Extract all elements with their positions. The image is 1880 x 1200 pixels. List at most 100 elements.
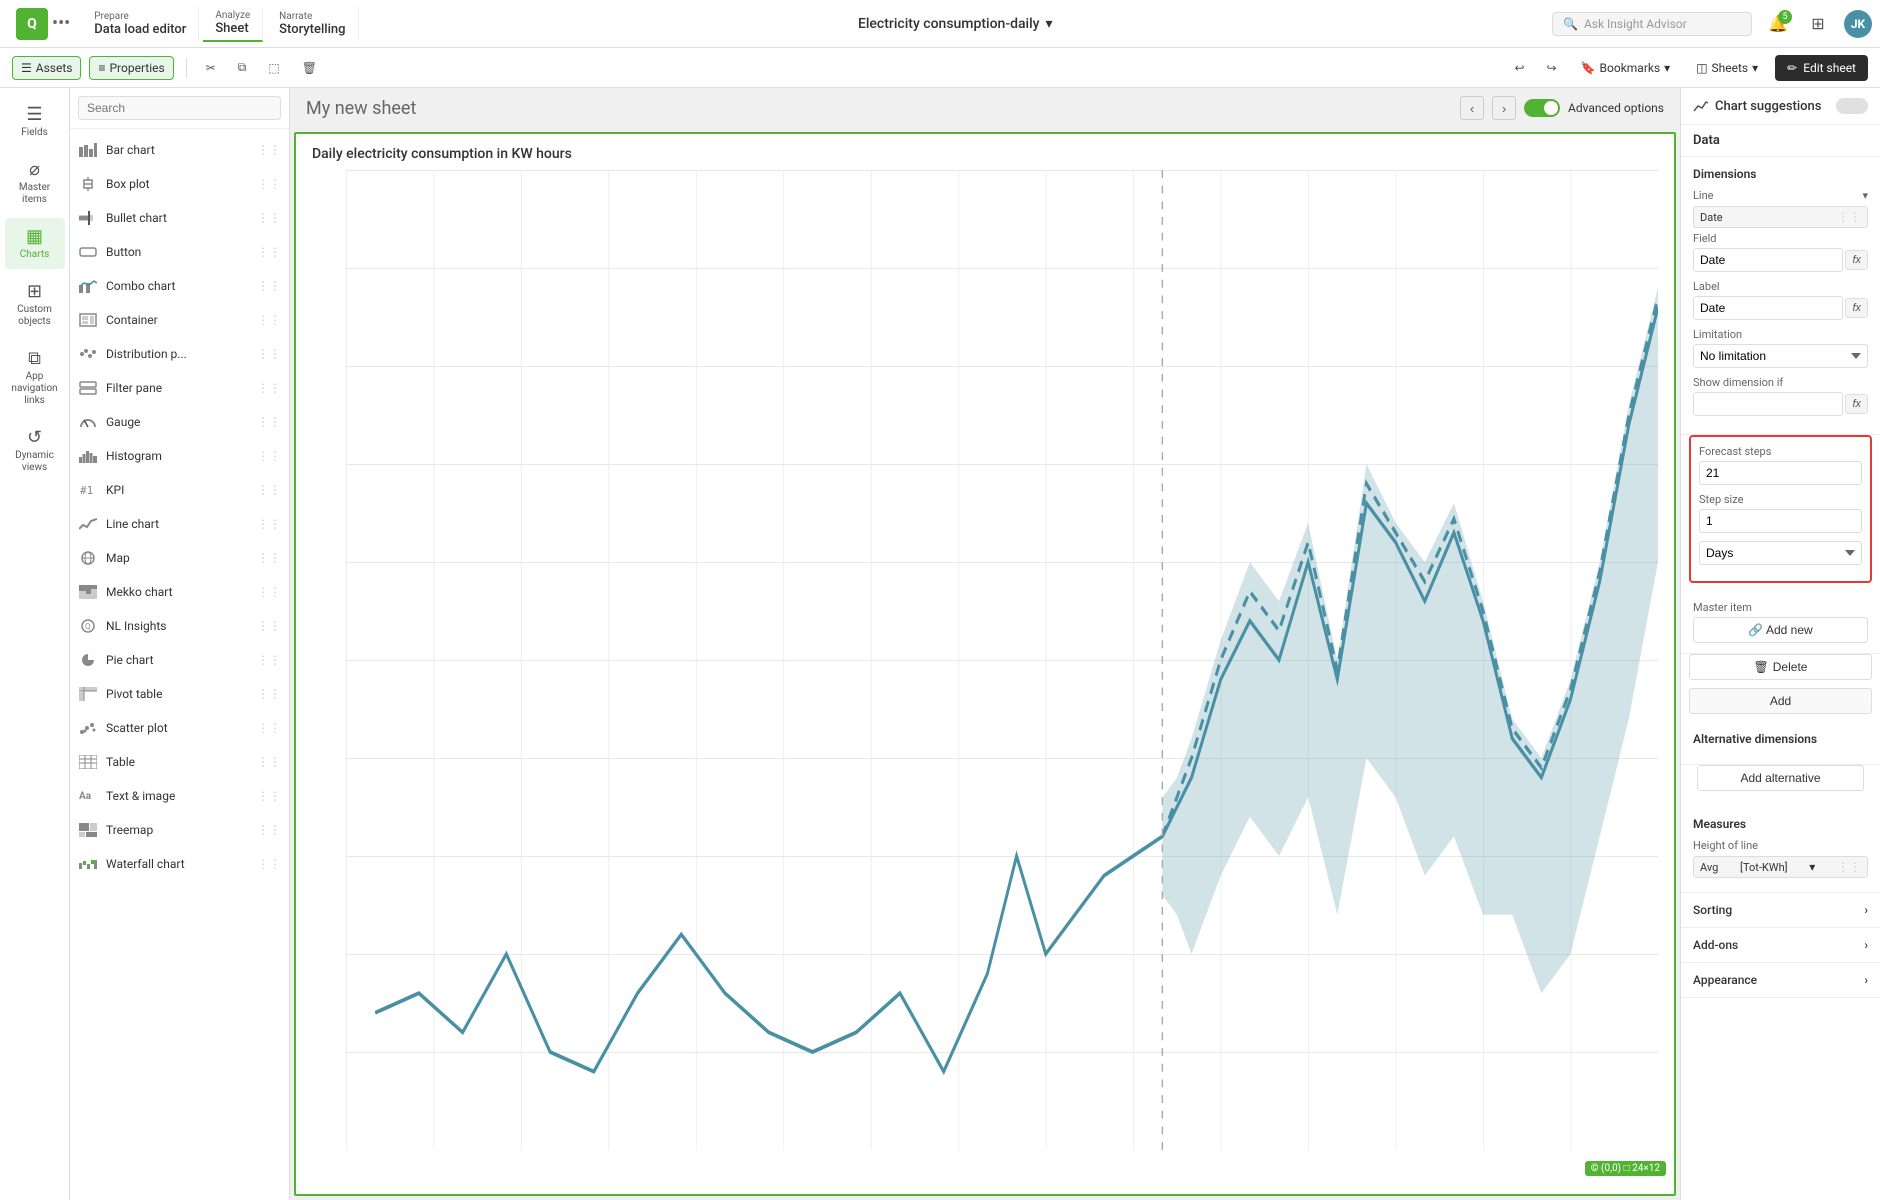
chart-item-mekko[interactable]: Mekko chart ⋮⋮ bbox=[70, 575, 289, 609]
assets-button[interactable]: ☰ Assets bbox=[12, 56, 81, 80]
field-fx-button[interactable]: fx bbox=[1845, 250, 1868, 270]
chart-item-filter[interactable]: Filter pane ⋮⋮ bbox=[70, 371, 289, 405]
field-input[interactable] bbox=[1693, 248, 1843, 272]
delete-button[interactable]: 🗑 bbox=[295, 56, 324, 80]
bookmarks-button[interactable]: 🔖 Bookmarks ▾ bbox=[1572, 56, 1680, 80]
chart-item-line[interactable]: Line chart ⋮⋮ bbox=[70, 507, 289, 541]
add-alternative-button[interactable]: Add alternative bbox=[1697, 765, 1864, 791]
sheets-button[interactable]: ◫ Sheets ▾ bbox=[1687, 56, 1767, 80]
paste-button[interactable]: ⬚ bbox=[261, 56, 286, 80]
delete-dimension-button[interactable]: 🗑 Delete bbox=[1689, 654, 1872, 680]
appearance-section[interactable]: Appearance › bbox=[1681, 963, 1880, 998]
limitation-select[interactable]: No limitation bbox=[1693, 344, 1868, 368]
sorting-section[interactable]: Sorting › bbox=[1681, 893, 1880, 928]
label-fx-button[interactable]: fx bbox=[1845, 298, 1868, 318]
chart-item-bar[interactable]: Bar chart ⋮⋮ bbox=[70, 133, 289, 167]
cut-button[interactable]: ✂ bbox=[199, 56, 223, 80]
drag-handle-gauge[interactable]: ⋮⋮ bbox=[257, 415, 281, 429]
nav-analyze[interactable]: Analyze Sheet bbox=[203, 6, 263, 42]
chart-search-input[interactable] bbox=[78, 96, 281, 120]
chart-item-gauge[interactable]: Gauge ⋮⋮ bbox=[70, 405, 289, 439]
chart-suggestions-toggle[interactable] bbox=[1836, 98, 1868, 114]
chart-item-kpi[interactable]: #1 KPI ⋮⋮ bbox=[70, 473, 289, 507]
chart-item-scatter[interactable]: Scatter plot ⋮⋮ bbox=[70, 711, 289, 745]
chart-item-button[interactable]: Button ⋮⋮ bbox=[70, 235, 289, 269]
drag-handle-bar[interactable]: ⋮⋮ bbox=[257, 143, 281, 157]
sidebar-item-dynamic-views[interactable]: ↺ Dynamic views bbox=[5, 419, 65, 482]
add-dimension-button[interactable]: Add bbox=[1689, 688, 1872, 714]
notifications-icon[interactable]: 🔔 5 bbox=[1764, 10, 1792, 38]
drag-handle-waterfall[interactable]: ⋮⋮ bbox=[257, 857, 281, 871]
add-new-button[interactable]: 🔗 Add new bbox=[1693, 617, 1868, 643]
chart-item-map[interactable]: Map ⋮⋮ bbox=[70, 541, 289, 575]
chart-item-distribution[interactable]: Distribution p... ⋮⋮ bbox=[70, 337, 289, 371]
drag-handle-map[interactable]: ⋮⋮ bbox=[257, 551, 281, 565]
chart-item-nl[interactable]: Q NL Insights ⋮⋮ bbox=[70, 609, 289, 643]
dataset-title[interactable]: Electricity consumption-daily ▾ bbox=[858, 16, 1053, 32]
qlik-logo[interactable]: Q ••• bbox=[8, 8, 78, 40]
drag-handle-line[interactable]: ⋮⋮ bbox=[257, 517, 281, 531]
chart-item-pivot[interactable]: Pivot table ⋮⋮ bbox=[70, 677, 289, 711]
sidebar-item-custom-objects[interactable]: ⊞ Custom objects bbox=[5, 273, 65, 336]
drag-handle-kpi[interactable]: ⋮⋮ bbox=[257, 483, 281, 497]
drag-handle-histogram[interactable]: ⋮⋮ bbox=[257, 449, 281, 463]
chart-item-combo[interactable]: Combo chart ⋮⋮ bbox=[70, 269, 289, 303]
next-sheet-button[interactable]: › bbox=[1492, 96, 1516, 120]
chart-item-text-image[interactable]: Aa Text & image ⋮⋮ bbox=[70, 779, 289, 813]
chart-item-pie[interactable]: Pie chart ⋮⋮ bbox=[70, 643, 289, 677]
sidebar-item-fields[interactable]: ☰ Fields bbox=[5, 96, 65, 147]
drag-handle-treemap[interactable]: ⋮⋮ bbox=[257, 823, 281, 837]
drag-handle-table[interactable]: ⋮⋮ bbox=[257, 755, 281, 769]
drag-handle-combo[interactable]: ⋮⋮ bbox=[257, 279, 281, 293]
advanced-options-toggle[interactable]: Advanced options bbox=[1524, 99, 1664, 117]
chart-list-search bbox=[70, 88, 289, 129]
addons-section[interactable]: Add-ons › bbox=[1681, 928, 1880, 963]
insight-advisor-search[interactable]: 🔍 Ask Insight Advisor bbox=[1552, 12, 1752, 36]
drag-handle-scatter[interactable]: ⋮⋮ bbox=[257, 721, 281, 735]
apps-grid-icon[interactable]: ⊞ bbox=[1804, 10, 1832, 38]
properties-button[interactable]: ≡ Properties bbox=[89, 56, 173, 80]
chart-item-bullet[interactable]: Bullet chart ⋮⋮ bbox=[70, 201, 289, 235]
copy-button[interactable]: ⧉ bbox=[231, 55, 254, 80]
chart-item-label-nl: NL Insights bbox=[106, 619, 249, 633]
prev-sheet-button[interactable]: ‹ bbox=[1460, 96, 1484, 120]
user-avatar[interactable]: JK bbox=[1844, 10, 1872, 38]
chart-item-container[interactable]: Container ⋮⋮ bbox=[70, 303, 289, 337]
nav-prepare[interactable]: Prepare Data load editor bbox=[82, 7, 199, 41]
step-unit-select[interactable]: Days bbox=[1699, 541, 1862, 565]
show-dim-fx-button[interactable]: fx bbox=[1845, 394, 1868, 414]
undo-button[interactable]: ↩ bbox=[1507, 56, 1531, 80]
drag-handle-box[interactable]: ⋮⋮ bbox=[257, 177, 281, 191]
drag-handle-button[interactable]: ⋮⋮ bbox=[257, 245, 281, 259]
redo-button[interactable]: ↪ bbox=[1540, 56, 1564, 80]
chart-item-box[interactable]: Box plot ⋮⋮ bbox=[70, 167, 289, 201]
app-menu-dots[interactable]: ••• bbox=[52, 13, 70, 34]
label-input[interactable] bbox=[1693, 296, 1843, 320]
measure-drag-icon[interactable]: ⋮⋮ bbox=[1837, 860, 1861, 874]
chevron-right-icon: › bbox=[1864, 973, 1868, 987]
drag-handle-dist[interactable]: ⋮⋮ bbox=[257, 347, 281, 361]
nav-narrate[interactable]: Narrate Storytelling bbox=[267, 7, 358, 41]
sidebar-item-charts[interactable]: ▦ Charts bbox=[5, 218, 65, 269]
drag-handle-container[interactable]: ⋮⋮ bbox=[257, 313, 281, 327]
drag-handle-mekko[interactable]: ⋮⋮ bbox=[257, 585, 281, 599]
drag-handle-pivot[interactable]: ⋮⋮ bbox=[257, 687, 281, 701]
drag-handle-filter[interactable]: ⋮⋮ bbox=[257, 381, 281, 395]
advanced-toggle-switch[interactable] bbox=[1524, 99, 1560, 117]
step-size-input[interactable] bbox=[1699, 509, 1862, 533]
chart-item-table[interactable]: Table ⋮⋮ bbox=[70, 745, 289, 779]
sidebar-item-app-nav[interactable]: ⧉ App navigation links bbox=[5, 340, 65, 415]
line-expand[interactable]: Line ▾ bbox=[1693, 189, 1868, 202]
chart-item-treemap[interactable]: Treemap ⋮⋮ bbox=[70, 813, 289, 847]
show-dimension-input[interactable] bbox=[1693, 392, 1843, 416]
chart-item-waterfall[interactable]: Waterfall chart ⋮⋮ bbox=[70, 847, 289, 881]
sidebar-item-master-items[interactable]: ⌀ Master items bbox=[5, 151, 65, 214]
drag-handle-nl[interactable]: ⋮⋮ bbox=[257, 619, 281, 633]
chart-item-histogram[interactable]: Histogram ⋮⋮ bbox=[70, 439, 289, 473]
drag-handle-pie[interactable]: ⋮⋮ bbox=[257, 653, 281, 667]
drag-handle-bullet[interactable]: ⋮⋮ bbox=[257, 211, 281, 225]
drag-dots-icon[interactable]: ⋮⋮ bbox=[1837, 210, 1861, 224]
edit-sheet-button[interactable]: ✏ Edit sheet bbox=[1775, 55, 1868, 81]
forecast-steps-input[interactable] bbox=[1699, 461, 1862, 485]
drag-handle-text[interactable]: ⋮⋮ bbox=[257, 789, 281, 803]
